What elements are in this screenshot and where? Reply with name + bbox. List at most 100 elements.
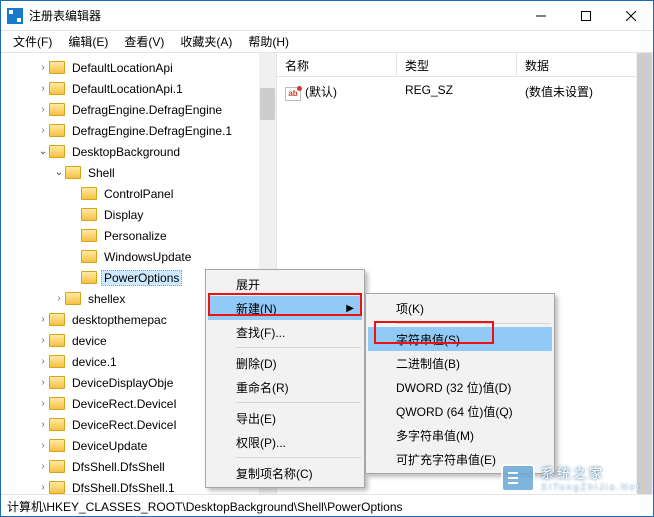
tree-item-label: DfsShell.DfsShell [69, 459, 168, 475]
ctx-export[interactable]: 导出(E) [208, 406, 362, 430]
ctx-separator [236, 402, 361, 403]
folder-icon [49, 397, 65, 410]
folder-icon [81, 250, 97, 263]
folder-icon [81, 187, 97, 200]
watermark: 系统之家 XiTongZhiJia.Net [501, 463, 641, 492]
folder-icon [65, 292, 81, 305]
string-value-icon: ab [285, 87, 301, 101]
folder-icon [49, 82, 65, 95]
highlight-new [208, 293, 362, 316]
chevron-right-icon[interactable]: › [37, 419, 49, 430]
chevron-right-icon[interactable]: › [37, 440, 49, 451]
highlight-string-value [374, 321, 494, 344]
col-type[interactable]: 类型 [397, 53, 517, 76]
ctx-find[interactable]: 查找(F)... [208, 320, 362, 344]
tree-item[interactable]: ⌄DesktopBackground [1, 141, 276, 162]
col-data[interactable]: 数据 [517, 53, 653, 76]
ctx-new-qword[interactable]: QWORD (64 位)值(Q) [368, 399, 552, 423]
folder-icon [81, 208, 97, 221]
tree-item-label: Shell [85, 165, 118, 181]
ctx-permissions[interactable]: 权限(P)... [208, 430, 362, 454]
regedit-icon [7, 8, 23, 24]
chevron-right-icon[interactable]: › [53, 293, 65, 304]
value-type-cell: REG_SZ [397, 81, 517, 103]
title-bar: 注册表编辑器 [1, 1, 653, 31]
minimize-button[interactable] [518, 1, 563, 30]
chevron-right-icon[interactable]: › [37, 104, 49, 115]
tree-item[interactable]: ControlPanel [1, 183, 276, 204]
chevron-right-icon[interactable]: › [37, 62, 49, 73]
list-row[interactable]: ab(默认) REG_SZ (数值未设置) [277, 77, 653, 107]
menu-view[interactable]: 查看(V) [116, 31, 172, 52]
folder-icon [49, 376, 65, 389]
ctx-copy-key-name[interactable]: 复制项名称(C) [208, 461, 362, 485]
tree-item-label: ControlPanel [101, 186, 176, 202]
tree-item[interactable]: ›DefragEngine.DefragEngine.1 [1, 120, 276, 141]
folder-icon [49, 61, 65, 74]
ctx-new-key[interactable]: 项(K) [368, 296, 552, 320]
close-button[interactable] [608, 1, 653, 30]
tree-item-label: Display [101, 207, 146, 223]
folder-icon [49, 439, 65, 452]
tree-item-label: device [69, 333, 110, 349]
watermark-brand: 系统之家 [541, 463, 641, 482]
folder-icon [49, 103, 65, 116]
folder-icon [49, 313, 65, 326]
ctx-new-binary[interactable]: 二进制值(B) [368, 351, 552, 375]
folder-icon [49, 334, 65, 347]
tree-item[interactable]: › DefaultLocationApi [1, 57, 276, 78]
tree-item[interactable]: Display [1, 204, 276, 225]
chevron-right-icon[interactable]: › [37, 461, 49, 472]
tree-item-label: DeviceRect.DeviceI [69, 396, 180, 412]
tree-item-label: DfsShell.DfsShell.1 [69, 480, 178, 495]
tree-item-label: DeviceUpdate [69, 438, 150, 454]
tree-item-label: Personalize [101, 228, 170, 244]
menu-favorites[interactable]: 收藏夹(A) [172, 31, 240, 52]
folder-icon [49, 355, 65, 368]
chevron-right-icon[interactable]: › [37, 377, 49, 388]
tree-item-label: DefragEngine.DefragEngine [69, 102, 225, 118]
chevron-right-icon[interactable]: › [37, 83, 49, 94]
tree-item[interactable]: › DefaultLocationApi.1 [1, 78, 276, 99]
tree-item[interactable]: ⌄ Shell [1, 162, 276, 183]
tree-item[interactable]: Personalize [1, 225, 276, 246]
maximize-button[interactable] [563, 1, 608, 30]
list-scrollbar[interactable] [636, 53, 653, 494]
tree-item[interactable]: › DefragEngine.DefragEngine [1, 99, 276, 120]
chevron-right-icon[interactable]: › [37, 482, 49, 493]
watermark-url: XiTongZhiJia.Net [541, 482, 641, 492]
ctx-new-multistring[interactable]: 多字符串值(M) [368, 423, 552, 447]
tree-item-label: device.1 [69, 354, 120, 370]
ctx-rename[interactable]: 重命名(R) [208, 375, 362, 399]
value-name-cell: ab(默认) [277, 81, 397, 103]
tree-item-label: DefaultLocationApi [69, 60, 176, 76]
chevron-right-icon[interactable]: › [37, 356, 49, 367]
tree-item-label: WindowsUpdate [101, 249, 194, 265]
ctx-new-dword[interactable]: DWORD (32 位)值(D) [368, 375, 552, 399]
menu-edit[interactable]: 编辑(E) [60, 31, 116, 52]
chevron-down-icon[interactable]: ⌄ [37, 146, 49, 157]
folder-icon [49, 124, 65, 137]
chevron-right-icon[interactable]: › [37, 314, 49, 325]
chevron-right-icon[interactable]: › [37, 125, 49, 136]
menu-file[interactable]: 文件(F) [5, 31, 60, 52]
window-title: 注册表编辑器 [29, 7, 518, 24]
tree-item-label: desktopthemepac [69, 312, 170, 328]
tree-item-label: DeviceDisplayObje [69, 375, 176, 391]
chevron-down-icon[interactable]: ⌄ [53, 167, 65, 178]
folder-icon [49, 145, 65, 158]
ctx-separator [236, 347, 361, 348]
watermark-logo-icon [501, 464, 535, 492]
tree-item[interactable]: WindowsUpdate [1, 246, 276, 267]
status-bar: 计算机\HKEY_CLASSES_ROOT\DesktopBackground\… [1, 494, 653, 516]
menu-help[interactable]: 帮助(H) [240, 31, 297, 52]
folder-icon [65, 166, 81, 179]
chevron-right-icon[interactable]: › [37, 335, 49, 346]
tree-item-label: DefaultLocationApi.1 [69, 81, 186, 97]
ctx-delete[interactable]: 删除(D) [208, 351, 362, 375]
menu-bar: 文件(F) 编辑(E) 查看(V) 收藏夹(A) 帮助(H) [1, 31, 653, 53]
col-name[interactable]: 名称 [277, 53, 397, 76]
chevron-right-icon[interactable]: › [37, 398, 49, 409]
folder-icon [49, 418, 65, 431]
folder-icon [49, 481, 65, 494]
